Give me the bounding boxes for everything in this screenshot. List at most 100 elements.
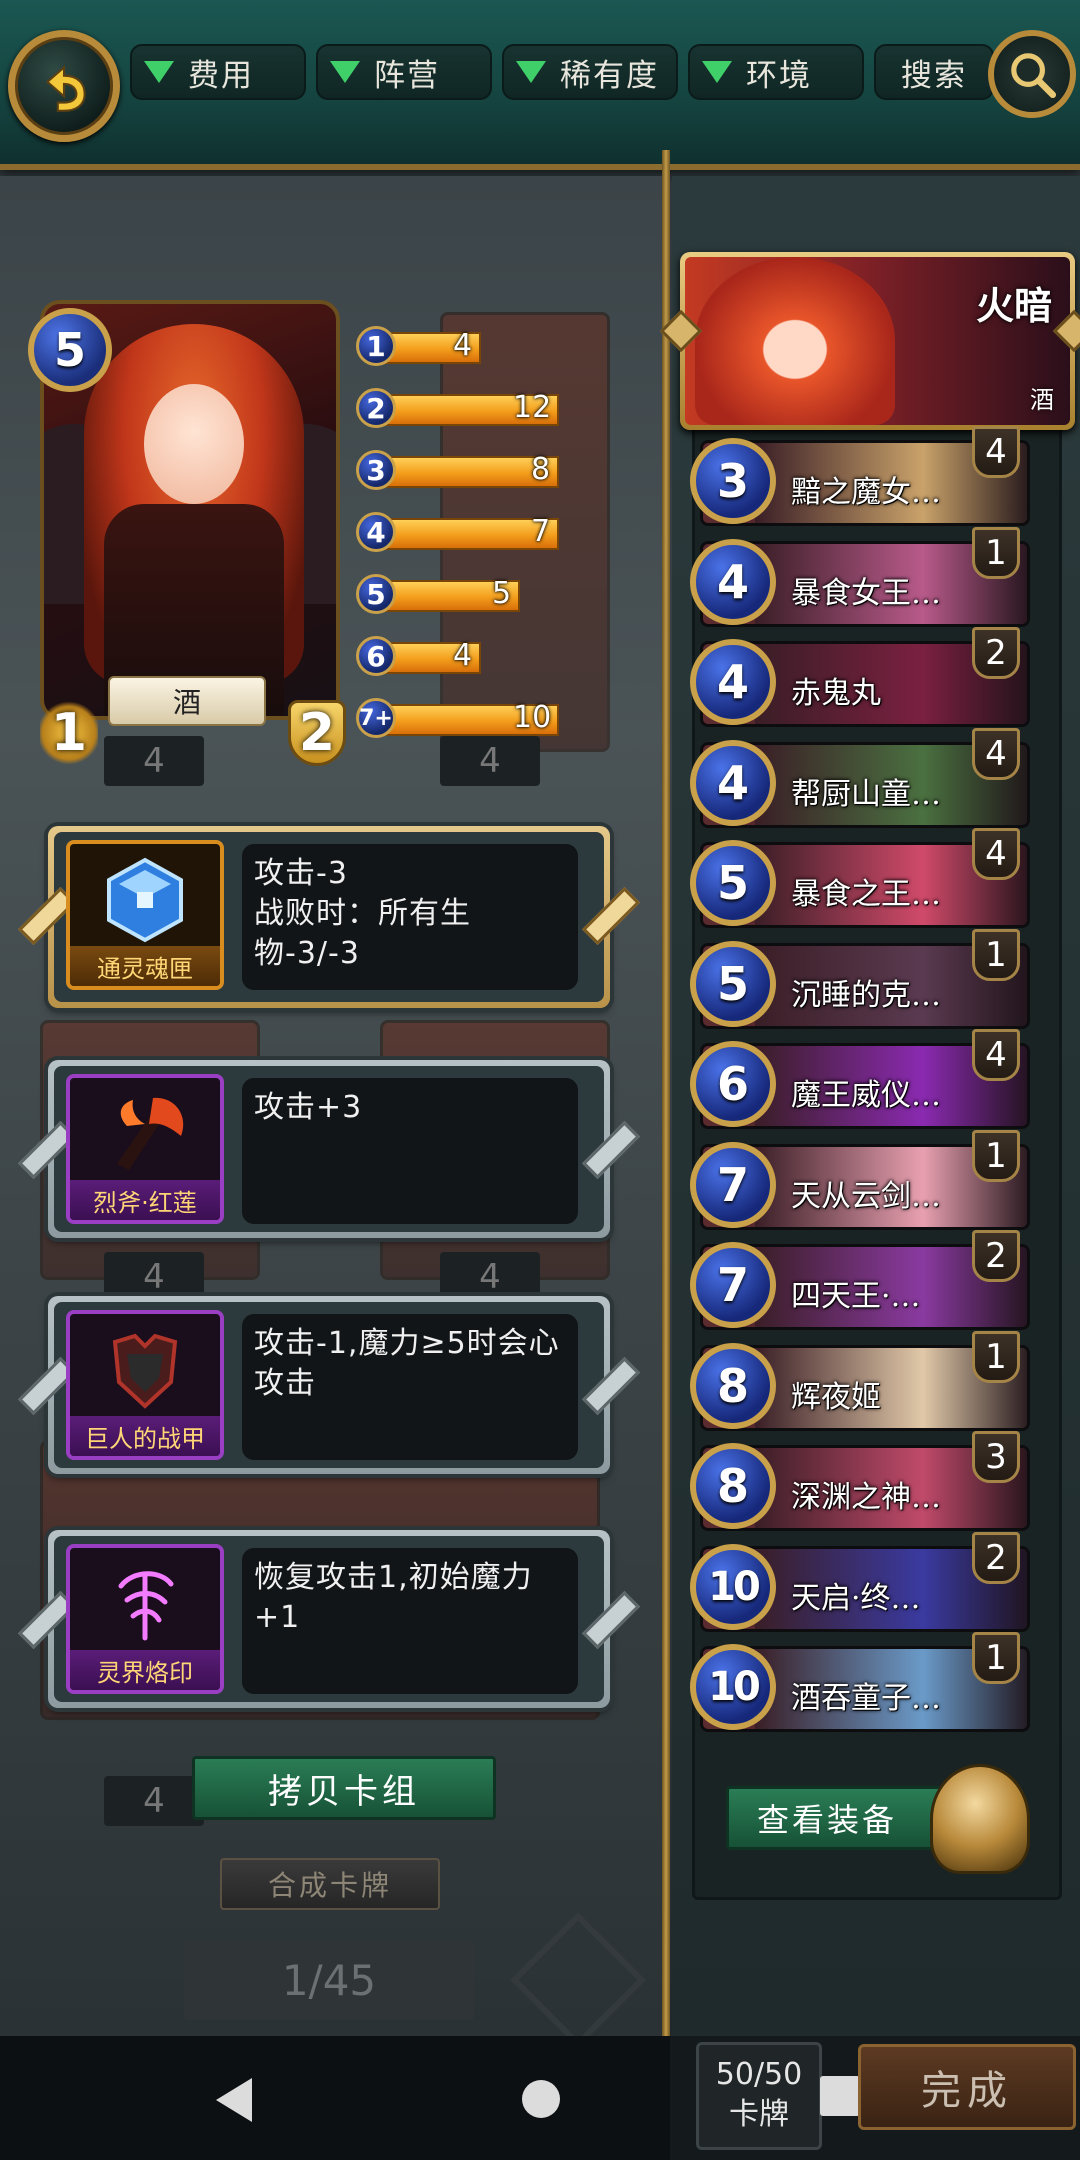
craft-cards-button[interactable]: 合成卡牌 <box>220 1858 440 1910</box>
mana-cost-node: 1 <box>356 326 396 366</box>
filter-faction[interactable]: 阵营 <box>316 44 492 100</box>
equipment-item-icon <box>70 1314 220 1426</box>
deck-card-copies: 1 <box>972 929 1020 981</box>
equipment-effect-text: 攻击-3 战败时：所有生物-3/-3 <box>254 856 471 971</box>
mana-curve-count: 5 <box>492 576 512 611</box>
back-arrow-icon <box>45 65 86 112</box>
filter-cost-label: 费用 <box>188 57 254 94</box>
deck-card-copies: 1 <box>972 1130 1020 1182</box>
back-button[interactable] <box>8 30 120 142</box>
deck-card-copies: 4 <box>972 426 1020 478</box>
deck-card-cost: 4 <box>690 740 776 826</box>
hero-name: 酒 <box>108 676 266 726</box>
equipment-item-icon <box>70 844 220 956</box>
dropdown-triangle-icon <box>516 61 546 83</box>
mana-cost-node: 2 <box>356 388 396 428</box>
leader-subtitle: 酒 <box>1030 386 1054 414</box>
deck-card-cost: 10 <box>690 1544 776 1630</box>
mana-curve-count: 4 <box>453 328 473 363</box>
top-bar: 费用 阵营 稀有度 环境 搜索 <box>0 0 1080 170</box>
column-divider <box>662 150 670 2040</box>
leader-name: 火暗 <box>975 283 1052 328</box>
system-nav-bar <box>0 2036 670 2160</box>
deck-builder-screen: 费用 阵营 稀有度 环境 搜索 4 4 4 4 4 5 酒 1 2 1 4 2 … <box>0 0 1080 2160</box>
copy-deck-button[interactable]: 拷贝卡组 <box>192 1756 496 1820</box>
deck-card-cost: 8 <box>690 1443 776 1529</box>
equipment-icon-frame: 烈斧·红莲 <box>66 1074 224 1224</box>
deck-card-name: 天启·终… <box>791 1581 921 1616</box>
nav-recents-icon[interactable] <box>820 2076 860 2116</box>
equipment-item-icon <box>70 1078 220 1190</box>
leader-character <box>695 257 895 425</box>
mana-curve-bar-6: 64 <box>356 636 636 678</box>
filter-environment[interactable]: 环境 <box>688 44 864 100</box>
mana-curve-bar-7+: 7+ 10 <box>356 698 636 740</box>
magnifier-icon <box>1011 53 1057 99</box>
dropdown-triangle-icon <box>330 61 360 83</box>
deck-card-copies: 3 <box>972 1431 1020 1483</box>
mana-curve-bar-4: 47 <box>356 512 636 554</box>
mana-cost-node: 3 <box>356 450 396 490</box>
leader-card[interactable]: 火暗 酒 <box>659 252 1080 430</box>
search-button[interactable] <box>988 30 1076 118</box>
search-field[interactable]: 搜索 <box>874 44 994 100</box>
filter-rarity-label: 稀有度 <box>560 57 659 94</box>
deck-card-name: 暴食之王… <box>791 877 941 912</box>
filter-rarity[interactable]: 稀有度 <box>502 44 678 100</box>
deck-card-copies: 2 <box>972 1230 1020 1282</box>
filter-environment-label: 环境 <box>746 57 812 94</box>
deck-size-label: 卡牌 <box>729 2097 789 2132</box>
deck-card-name: 黯之魔女… <box>791 475 941 510</box>
mana-curve-bar-5: 55 <box>356 574 636 616</box>
deck-card-name: 赤鬼丸 <box>791 676 881 711</box>
mana-curve-count: 8 <box>531 452 551 487</box>
deck-card-name: 魔王威仪… <box>791 1078 941 1113</box>
hero-face <box>144 384 244 504</box>
filter-cost[interactable]: 费用 <box>130 44 306 100</box>
equipment-name: 烈斧·红莲 <box>70 1180 220 1220</box>
helmet-icon <box>930 1764 1030 1874</box>
nav-back-icon[interactable] <box>216 2078 252 2122</box>
deck-card-name: 天从云剑… <box>791 1179 941 1214</box>
equipment-slot[interactable]: 通灵魂匣 攻击-3 战败时：所有生物-3/-3 <box>18 826 640 1008</box>
equipment-icon-frame: 灵界烙印 <box>66 1544 224 1694</box>
deck-card-name: 暴食女王… <box>791 576 941 611</box>
equipment-effect-text: 恢复攻击1,初始魔力+1 <box>254 1560 533 1635</box>
equipment-name: 灵界烙印 <box>70 1650 220 1690</box>
nav-home-icon[interactable] <box>522 2080 560 2118</box>
equipment-description: 攻击+3 <box>242 1078 578 1224</box>
mana-cost-node: 7+ <box>356 698 396 738</box>
equipment-name: 巨人的战甲 <box>70 1416 220 1456</box>
filter-faction-label: 阵营 <box>374 57 440 94</box>
deck-card-name: 帮厨山童… <box>791 777 941 812</box>
leader-portrait: 火暗 酒 <box>685 257 1070 425</box>
mana-curve-count: 4 <box>453 638 473 673</box>
mana-curve-bar-3: 38 <box>356 450 636 492</box>
deck-card-cost: 6 <box>690 1041 776 1127</box>
deck-card-name: 深渊之神… <box>791 1480 941 1515</box>
done-button[interactable]: 完成 <box>858 2044 1076 2130</box>
mana-curve-count: 12 <box>513 390 552 425</box>
equipment-slot[interactable]: 烈斧·红莲 攻击+3 <box>18 1060 640 1238</box>
deck-card-copies: 4 <box>972 828 1020 880</box>
deck-size-value: 50/50 <box>715 2057 803 2092</box>
deck-size-indicator: 50/50 卡牌 <box>696 2042 822 2150</box>
deck-card-cost: 4 <box>690 639 776 725</box>
deck-card-cost: 10 <box>690 1644 776 1730</box>
equipment-item-icon <box>70 1548 220 1660</box>
mana-cost-node: 4 <box>356 512 396 552</box>
deck-card-cost: 7 <box>690 1242 776 1328</box>
mana-curve-bar-2: 2 12 <box>356 388 636 430</box>
deck-card-cost: 5 <box>690 941 776 1027</box>
faded-card-count: 4 <box>440 736 540 786</box>
deck-card-copies: 1 <box>972 1331 1020 1383</box>
deck-card-name: 酒吞童子… <box>791 1681 941 1716</box>
equipment-slot[interactable]: 巨人的战甲 攻击-1,魔力≥5时会心攻击 <box>18 1296 640 1474</box>
page-indicator: 1/45 <box>184 1940 474 2020</box>
deck-card-copies: 4 <box>972 728 1020 780</box>
deck-card-name: 辉夜姬 <box>791 1380 881 1415</box>
deck-card-copies: 2 <box>972 627 1020 679</box>
mana-curve-count: 7 <box>531 514 551 549</box>
deck-card-cost: 7 <box>690 1142 776 1228</box>
equipment-slot[interactable]: 灵界烙印 恢复攻击1,初始魔力+1 <box>18 1530 640 1708</box>
